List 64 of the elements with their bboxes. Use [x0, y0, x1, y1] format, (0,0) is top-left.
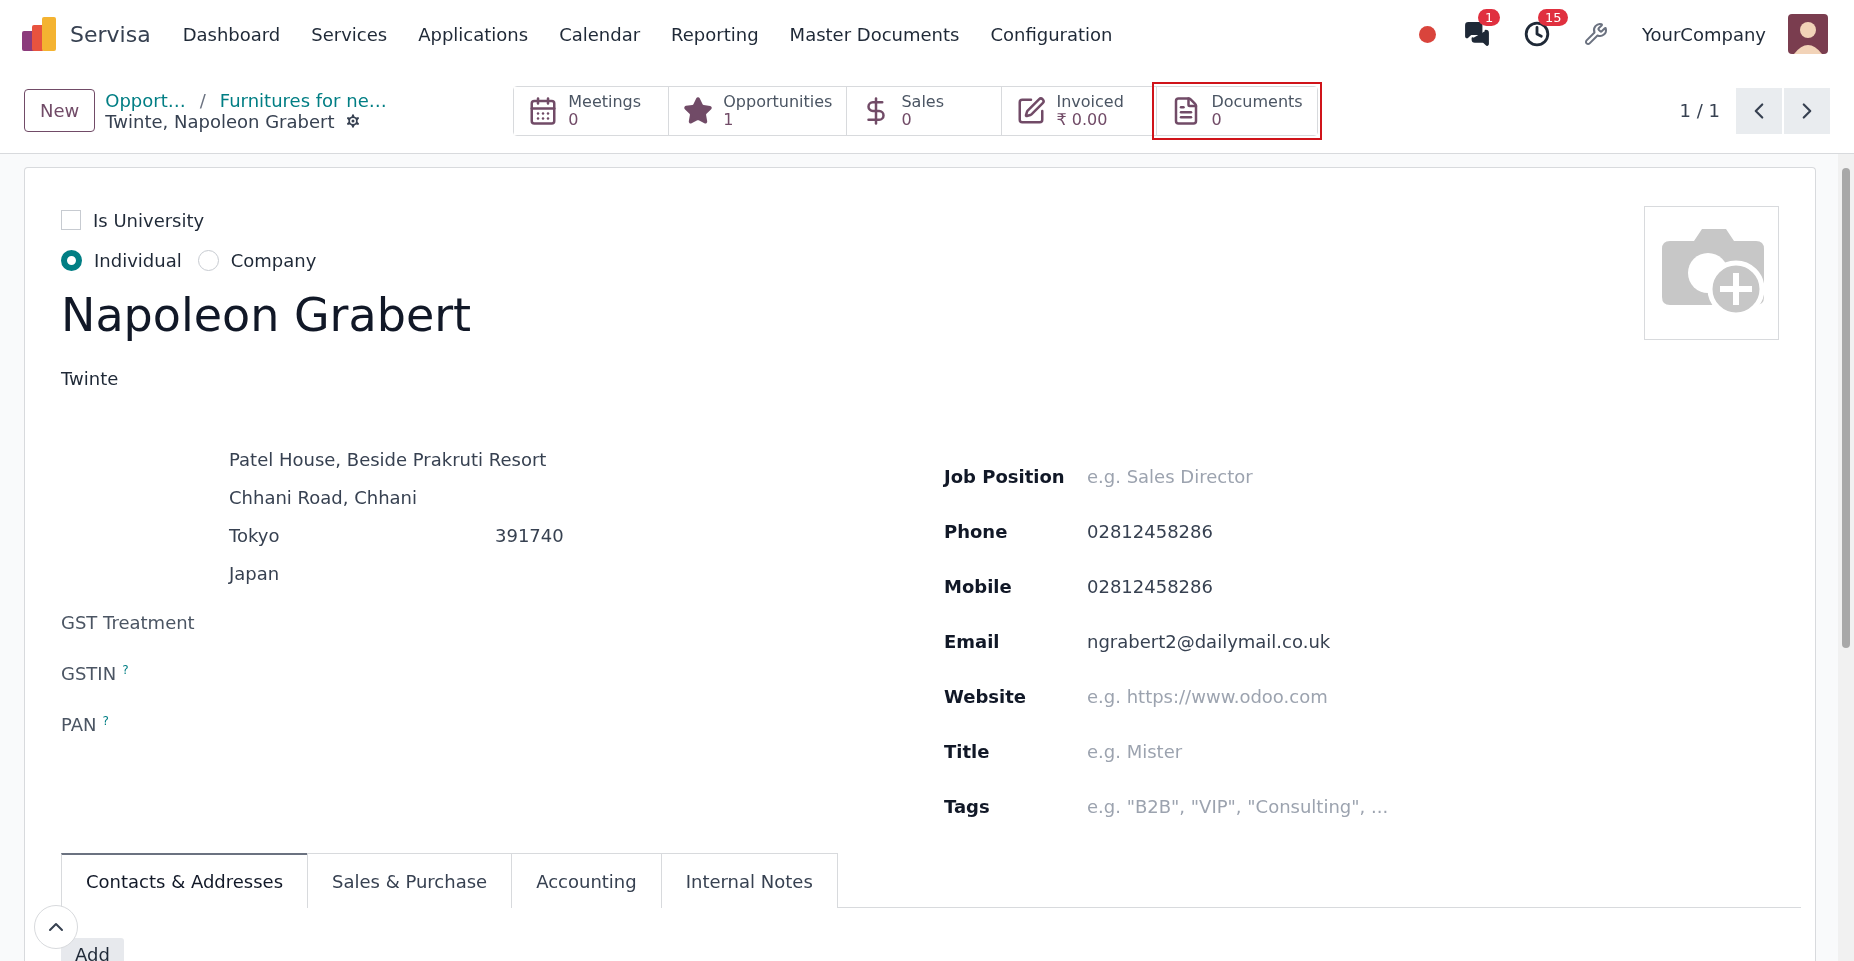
breadcrumb-separator: /	[199, 89, 206, 111]
radio-button[interactable]	[197, 249, 219, 271]
field-label: Job Position	[944, 466, 1066, 487]
record-name: Twinte, Napoleon Grabert	[105, 110, 335, 132]
menu-item[interactable]: Reporting	[671, 23, 759, 45]
clock-icon[interactable]	[1523, 21, 1550, 47]
input-field[interactable]: e.g. https://www.odoo.com	[1087, 686, 1587, 707]
breadcrumb-link[interactable]: Opport…	[105, 89, 186, 111]
input-field[interactable]: e.g. "B2B", "VIP", "Consulting", ...	[1087, 796, 1587, 817]
add-button[interactable]: Add	[61, 938, 124, 961]
notification-badge: 1	[1477, 9, 1501, 26]
new-button[interactable]: New	[24, 89, 96, 132]
address-zip[interactable]: 391740	[495, 525, 564, 546]
help-mark[interactable]: ?	[122, 663, 129, 677]
field-label: Phone	[944, 521, 1009, 542]
menu-item[interactable]: Applications	[418, 23, 529, 45]
notification-badge: 15	[1537, 9, 1569, 26]
radio-label: Company	[230, 249, 317, 271]
input-field[interactable]: 02812458286	[1087, 521, 1587, 542]
menu-item[interactable]: Configuration	[990, 23, 1113, 45]
calendar-icon	[528, 95, 559, 126]
avatar[interactable]	[1788, 14, 1828, 54]
tab[interactable]: Contacts & Addresses	[61, 853, 309, 908]
contact-name[interactable]: Napoleon Grabert	[61, 288, 472, 342]
smart-button[interactable]: Meetings 0	[514, 86, 670, 135]
field-label: GST Treatment	[61, 612, 195, 633]
chat-icon[interactable]	[1463, 21, 1490, 47]
menu-item[interactable]: Services	[311, 23, 388, 45]
tab[interactable]: Internal Notes	[660, 853, 838, 908]
scrollbar[interactable]	[1838, 154, 1854, 961]
input-field[interactable]: e.g. Sales Director	[1087, 466, 1587, 487]
app-name: Servisa	[70, 21, 151, 47]
field-label: Title	[944, 741, 991, 762]
menu-item[interactable]: Calendar	[559, 23, 641, 45]
field-label: Website	[944, 686, 1027, 707]
radio-label: Individual	[94, 249, 182, 271]
tab[interactable]: Accounting	[511, 853, 662, 908]
input-field[interactable]: ngrabert2@dailymail.co.uk	[1087, 631, 1587, 652]
address-country[interactable]: Japan	[229, 563, 564, 584]
address-street[interactable]: Patel House, Beside Prakruti Resort	[229, 449, 564, 470]
company-name[interactable]: YourCompany	[1641, 23, 1766, 45]
checkbox-label: Is University	[93, 209, 205, 231]
pencil-square-icon	[1016, 95, 1047, 126]
field-label: Tags	[944, 796, 991, 817]
field-label: Email	[944, 631, 1001, 652]
input-field[interactable]: e.g. Mister	[1087, 741, 1587, 762]
address-street2[interactable]: Chhani Road, Chhani	[229, 487, 564, 508]
input-field[interactable]: 02812458286	[1087, 576, 1587, 597]
menu-item[interactable]: Master Documents	[789, 23, 960, 45]
logo-icon	[22, 17, 56, 51]
breadcrumb-link[interactable]: Furnitures for ne…	[219, 89, 387, 111]
tools-icon[interactable]	[1583, 22, 1608, 46]
pager-counter: 1 / 1	[1679, 100, 1720, 121]
field-label: PAN	[61, 714, 97, 735]
radio-button[interactable]	[61, 249, 82, 271]
tab[interactable]: Sales & Purchase	[307, 853, 513, 908]
checkbox[interactable]	[61, 210, 81, 230]
help-mark[interactable]: ?	[102, 714, 109, 728]
star-icon	[683, 95, 714, 126]
field-label: GSTIN	[61, 663, 117, 684]
address-city[interactable]: Tokyo	[229, 525, 495, 546]
company-name-field[interactable]: Twinte	[61, 368, 472, 389]
field-label: Mobile	[944, 576, 1013, 597]
menu-item[interactable]: Dashboard	[182, 23, 281, 45]
